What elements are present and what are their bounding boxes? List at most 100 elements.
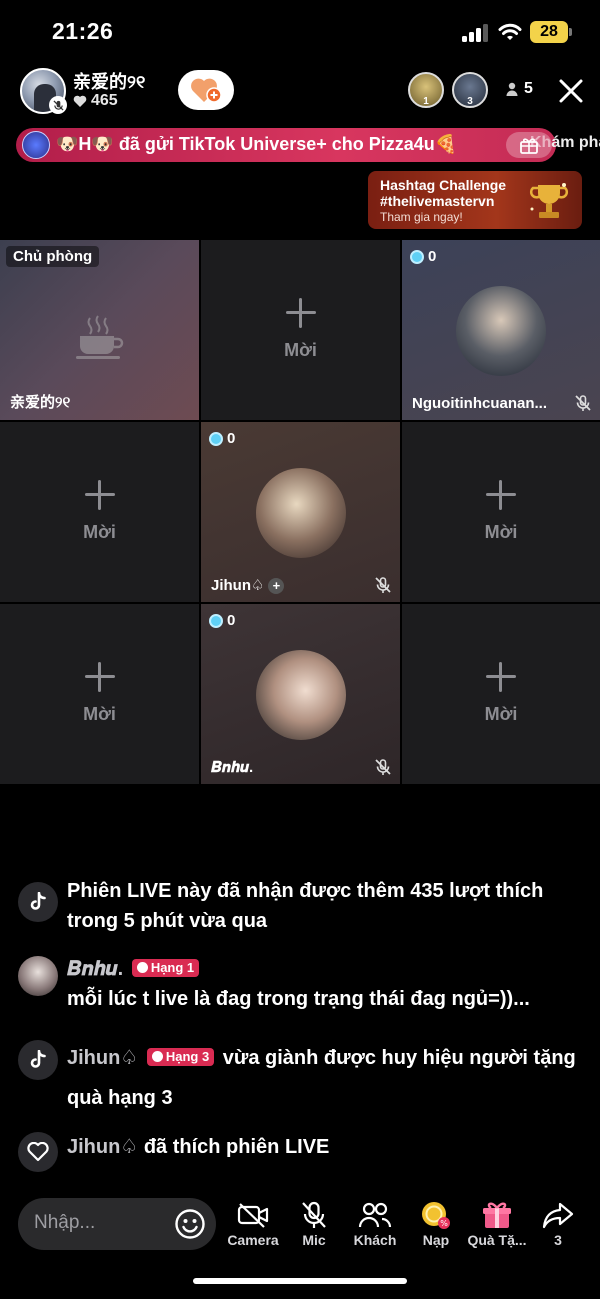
signal-icon [462, 24, 488, 42]
follow-button[interactable] [178, 70, 234, 110]
rank-badge: Hạng 1 [131, 959, 200, 977]
tiktok-universe-icon [22, 131, 50, 159]
plus-icon [84, 480, 115, 510]
guests-label: Khách [353, 1232, 397, 1248]
guest-score: 0 [410, 248, 436, 265]
invite-seat[interactable]: Mời [402, 604, 600, 784]
plus-icon [285, 298, 316, 328]
viewer-count[interactable]: 5 [506, 80, 533, 98]
hashtag-title: Hashtag Challenge [380, 177, 507, 193]
chat-message-text: mỗi lúc t live là đag trong trạng thái đ… [67, 988, 530, 1010]
rank-badge-label: Hạng 1 [150, 960, 195, 975]
user-avatar[interactable] [18, 956, 58, 996]
status-bar: 21:26 28 [0, 0, 600, 64]
mic-button[interactable]: Mic [284, 1200, 344, 1248]
viewer-rank: 1 [423, 96, 429, 107]
tiktok-icon [18, 882, 58, 922]
coffee-cup-icon [76, 315, 124, 359]
invite-seat[interactable]: Mời [0, 604, 199, 784]
mic-off-icon [49, 96, 67, 114]
add-friend-icon[interactable]: + [268, 578, 285, 594]
plus-icon [84, 662, 115, 692]
invite-seat[interactable]: Mời [201, 240, 400, 420]
guests-button[interactable]: Khách [345, 1200, 405, 1248]
gift-button[interactable]: Quà Tặ... [467, 1200, 527, 1248]
comment-input[interactable]: Nhập... [18, 1198, 216, 1250]
chat-username[interactable]: 𝑩𝒏𝒉𝒖. [67, 958, 123, 980]
svg-text:%: % [440, 1219, 448, 1228]
mic-off-icon [375, 759, 391, 775]
recharge-label: Nạp [422, 1232, 450, 1248]
mic-label: Mic [302, 1232, 326, 1248]
host-likes: 465 [73, 92, 118, 110]
battery-icon: 28 [530, 21, 572, 43]
host-seat-name: 亲爱的୨୧ [10, 394, 71, 411]
chat-message-text: Phiên LIVE này đã nhận được thêm 435 lượ… [67, 880, 544, 932]
trophy-icon [529, 183, 569, 218]
score-icon [410, 249, 424, 264]
camera-label: Camera [227, 1232, 279, 1248]
chat-message-text: đã thích phiên LIVE [143, 1136, 330, 1158]
chat-message-text: vừa giành được huy hiệu người tặng quà h… [67, 1047, 576, 1109]
host-seat[interactable]: Chủ phòng 亲爱的୨୧ [0, 240, 199, 420]
top-viewer-avatar[interactable]: 1 [408, 72, 444, 108]
comment-placeholder: Nhập... [34, 1212, 96, 1233]
explore-link-label: ám phá [551, 134, 600, 151]
recharge-button[interactable]: % Nạp [406, 1200, 466, 1248]
guest-seat[interactable]: 0 Nguoitinhcuanan... [402, 240, 600, 420]
invite-label: Mời [484, 522, 518, 542]
invite-label: Mời [284, 340, 317, 360]
guest-avatar [255, 650, 346, 740]
hashtag-challenge-card[interactable]: Hashtag Challenge #thelivemastervn Tham … [368, 171, 582, 229]
gift-icon [483, 1202, 511, 1228]
guest-name: Nguoitinhcuanan... [412, 395, 547, 412]
guest-score: 0 [209, 612, 235, 629]
tiktok-icon [18, 1040, 58, 1080]
chat-username[interactable]: Jihun♤ [67, 1047, 138, 1069]
invite-seat[interactable]: Mời [0, 422, 199, 602]
explore-link[interactable]: Khám phá › [530, 134, 600, 152]
heart-icon [18, 1132, 58, 1172]
invite-label: Mời [484, 704, 518, 724]
guest-avatar [456, 286, 546, 376]
share-icon [542, 1202, 574, 1229]
share-count: 3 [554, 1232, 562, 1248]
host-tag: Chủ phòng [6, 246, 100, 267]
plus-icon [486, 480, 516, 510]
guest-seat[interactable]: 0 Jihun♤ + [201, 422, 400, 602]
gift-banner[interactable]: 🐶H🐶 đã gửi TikTok Universe+ cho Pizza4u🍕 [16, 128, 556, 162]
invite-seat[interactable]: Mời [402, 422, 600, 602]
emoji-icon[interactable] [174, 1208, 206, 1240]
viewer-rank: 3 [467, 96, 473, 107]
guest-name: Jihun♤ [211, 577, 265, 594]
home-indicator[interactable] [193, 1278, 407, 1284]
camera-button[interactable]: Camera [223, 1200, 283, 1248]
score-icon [209, 431, 223, 446]
camera-off-icon [237, 1203, 269, 1228]
person-icon [506, 82, 518, 96]
invite-label: Mời [83, 704, 116, 724]
host-name[interactable]: 亲爱的୨୧ [73, 68, 145, 94]
mic-off-icon [302, 1201, 326, 1228]
chat-username[interactable]: Jihun♤ [67, 1136, 138, 1158]
share-button[interactable]: 3 [528, 1200, 588, 1248]
guest-score-value: 0 [428, 248, 437, 265]
wifi-icon [498, 23, 522, 40]
score-icon [209, 613, 223, 628]
guest-avatar [255, 468, 346, 558]
guest-score: 0 [209, 430, 235, 447]
close-icon[interactable] [556, 76, 586, 106]
guest-seat[interactable]: 0 𝑩𝒏𝒉𝒖. [201, 604, 400, 784]
guest-name-row: Jihun♤ + [211, 576, 285, 594]
guest-score-value: 0 [227, 430, 236, 447]
viewer-count-value: 5 [524, 80, 533, 97]
rank-badge: Hạng 3 [146, 1048, 215, 1066]
top-viewer-avatar[interactable]: 3 [452, 72, 488, 108]
heart-plus-icon [191, 78, 222, 103]
mic-off-icon [575, 395, 591, 411]
coin-icon: % [422, 1202, 450, 1229]
status-time: 21:26 [52, 18, 114, 44]
hashtag-tag: #thelivemastervn [380, 193, 495, 209]
plus-icon [486, 662, 516, 692]
guest-grid: Chủ phòng 亲爱的୨୧ Mời 0 Nguoitinhcuanan...… [0, 240, 600, 784]
